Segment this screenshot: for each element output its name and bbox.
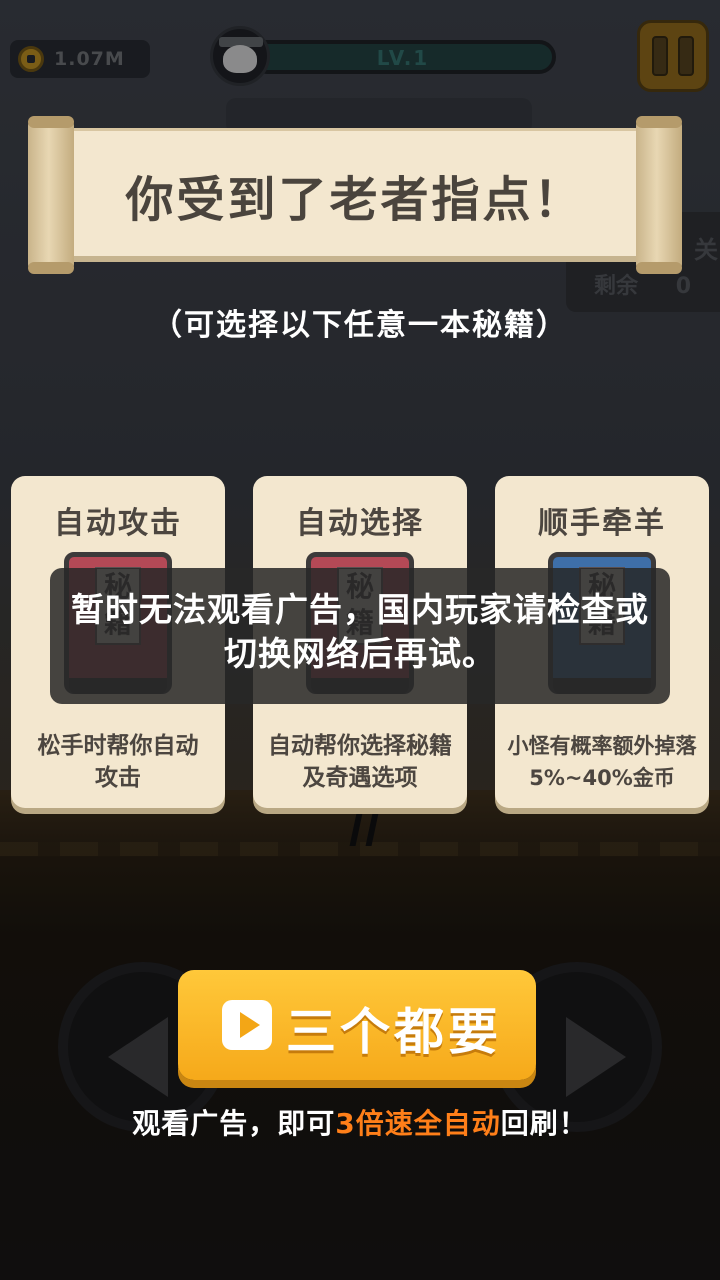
toast-text: 暂时无法观看广告，国内玩家请检查或切换网络后再试。 [71, 590, 649, 673]
hint-suffix: 回刷！ [500, 1107, 588, 1140]
card-title: 顺手牵羊 [538, 506, 666, 541]
scroll-banner: 你受到了老者指点！ [28, 116, 682, 274]
take-all-button[interactable]: 三个都要 [178, 970, 536, 1080]
toast-message: 暂时无法观看广告，国内玩家请检查或切换网络后再试。 [50, 568, 670, 704]
hint-highlight: 3倍速全自动 [335, 1107, 501, 1140]
banner-title: 你受到了老者指点！ [125, 172, 585, 228]
hint-prefix: 观看广告，即可 [132, 1107, 336, 1140]
card-title: 自动选择 [296, 506, 424, 541]
roll-cap [636, 116, 682, 128]
ad-hint: 观看广告，即可3倍速全自动回刷！ [0, 1102, 720, 1142]
card-description: 自动帮你选择秘籍及奇遇选项 [268, 733, 452, 791]
roll-cap [28, 262, 74, 274]
banner-subtitle: （可选择以下任意一本秘籍） [152, 308, 568, 343]
card-description: 松手时帮你自动攻击 [37, 733, 199, 791]
roll-cap [28, 116, 74, 128]
take-all-label: 三个都要 [286, 1003, 502, 1061]
roll-cap [636, 262, 682, 274]
play-icon [222, 1000, 272, 1050]
card-description: 小怪有概率额外掉落5%~40%金币 [507, 734, 697, 790]
card-title: 自动攻击 [54, 506, 182, 541]
